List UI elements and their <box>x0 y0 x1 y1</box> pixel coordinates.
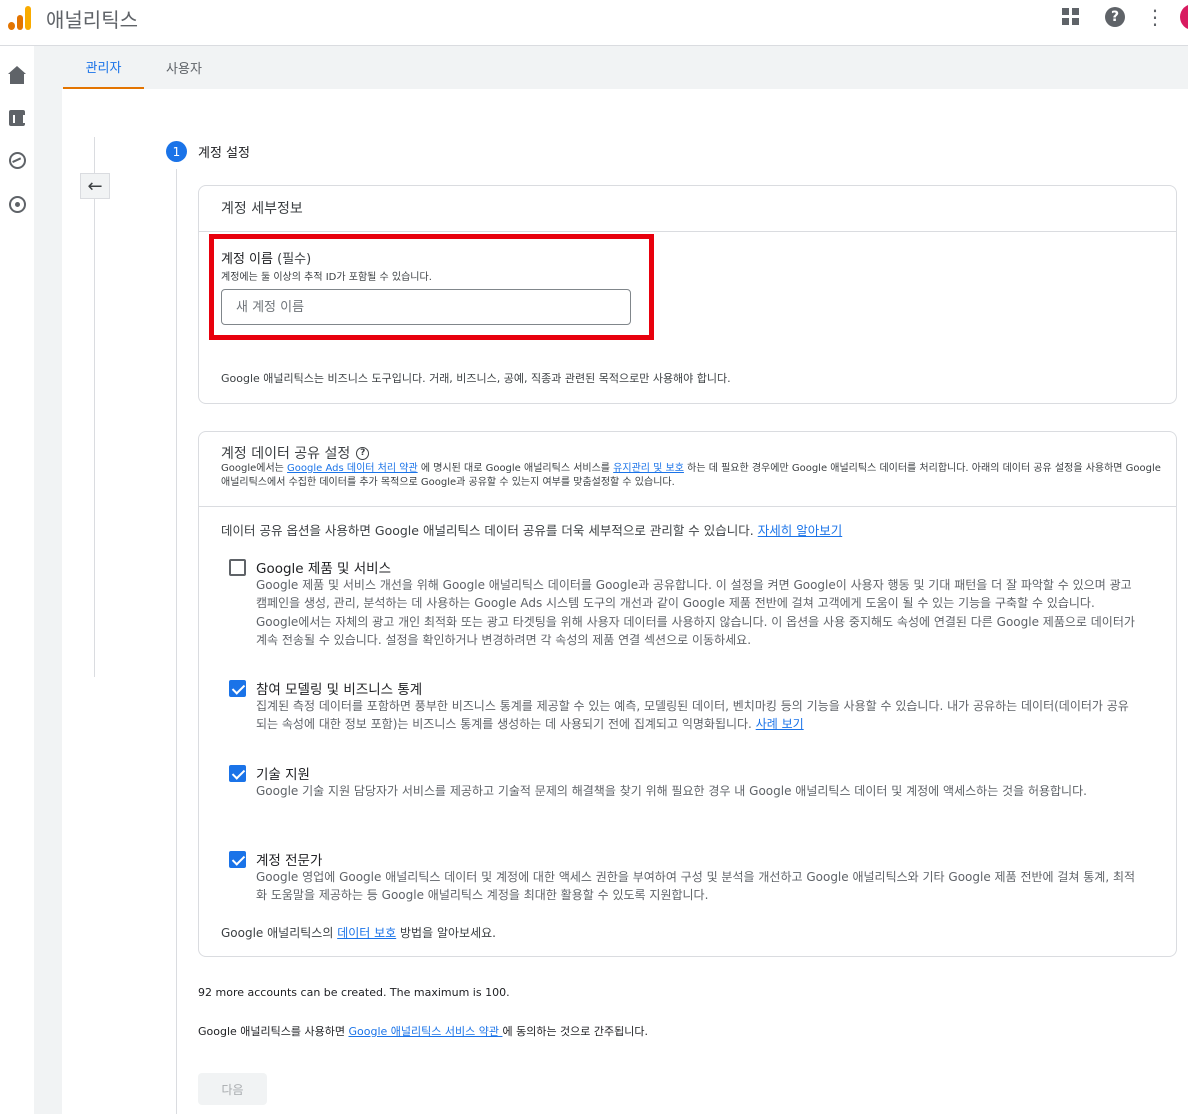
terms-text: Google 애널리틱스를 사용하면 <box>198 1025 349 1038</box>
avatar[interactable] <box>1180 4 1188 30</box>
account-name-input[interactable] <box>221 289 631 325</box>
terms-note: Google 애널리틱스를 사용하면 Google 애널리틱스 서비스 약관 에… <box>198 1023 648 1039</box>
terms-of-service-link[interactable]: Google 애널리틱스 서비스 약관 <box>348 1025 502 1038</box>
ads-data-terms-link[interactable]: Google Ads 데이터 처리 약관 <box>287 463 418 474</box>
help-circle-icon[interactable]: ? <box>356 446 370 460</box>
intro-text: 데이터 공유 옵션을 사용하면 Google 애널리틱스 데이터 공유를 더욱 … <box>221 523 758 538</box>
admin-tabs: 관리자 사용자 <box>62 46 1188 89</box>
next-button[interactable]: 다음 <box>198 1073 267 1105</box>
account-details-card: 계정 세부정보 계정 이름 (필수) 계정에는 둘 이상의 추적 ID가 포함될… <box>198 185 1177 404</box>
desc-text: Google에서는 <box>221 463 288 474</box>
data-sharing-heading: 계정 데이터 공유 설정 ? <box>221 443 370 463</box>
option-description: Google 제품 및 서비스 개선을 위해 Google 애널리틱스 데이터를… <box>256 578 1135 647</box>
protect-text: Google 애널리틱스의 <box>221 926 338 940</box>
option-title: 기술 지원 <box>256 767 310 783</box>
arrow-left-icon: ← <box>87 175 103 197</box>
account-specialists-checkbox[interactable] <box>229 851 246 868</box>
card-divider <box>199 506 1176 507</box>
account-name-label: 계정 이름 (필수) <box>221 248 311 267</box>
step-number-badge: 1 <box>166 141 187 162</box>
business-tool-note: Google 애널리틱스는 비즈니스 도구입니다. 거래, 비즈니스, 공예, … <box>221 372 731 385</box>
apps-grid-icon[interactable] <box>1062 8 1079 25</box>
desc-text: 에 명시된 대로 Google 애널리틱스 서비스를 <box>417 463 614 474</box>
option-description-text: 집계된 측정 데이터를 포함하면 풍부한 비즈니스 통계를 제공할 수 있는 예… <box>256 699 1129 732</box>
data-protection-link[interactable]: 데이터 보호 <box>337 926 396 940</box>
card-divider <box>199 231 1176 232</box>
back-column-divider <box>94 137 95 677</box>
more-vert-icon[interactable]: ⋮ <box>1145 5 1165 29</box>
option-title: Google 제품 및 서비스 <box>256 561 391 577</box>
modeling-insights-checkbox[interactable] <box>229 680 246 697</box>
data-sharing-card: 계정 데이터 공유 설정 ? Google에서는 Google Ads 데이터 … <box>198 431 1177 957</box>
home-icon[interactable] <box>7 66 27 86</box>
data-sharing-heading-text: 계정 데이터 공유 설정 <box>221 446 351 462</box>
account-name-label-text: 계정 이름 <box>221 252 273 267</box>
option-title: 계정 전문가 <box>256 853 323 869</box>
see-examples-link[interactable]: 사례 보기 <box>756 717 804 731</box>
tab-admin[interactable]: 관리자 <box>63 46 144 89</box>
main-panel: ← 1 계정 설정 계정 세부정보 계정 이름 (필수) 계정에는 둘 이상의 … <box>62 89 1188 1114</box>
protect-text: 방법을 알아보세요. <box>396 926 496 940</box>
explore-icon[interactable] <box>7 150 27 170</box>
account-details-heading: 계정 세부정보 <box>221 201 303 217</box>
technical-support-checkbox[interactable] <box>229 765 246 782</box>
tab-user[interactable]: 사용자 <box>146 46 222 89</box>
required-marker: (필수) <box>277 252 312 267</box>
maintain-protect-link[interactable]: 유지관리 및 보호 <box>613 463 684 474</box>
accounts-remaining-note: 92 more accounts can be created. The max… <box>198 986 510 999</box>
app-title: 애널리틱스 <box>46 8 138 32</box>
top-bar: 애널리틱스 ? ⋮ <box>0 0 1188 46</box>
advertising-icon[interactable] <box>7 194 27 214</box>
step-title: 계정 설정 <box>198 146 250 161</box>
data-sharing-description: Google에서는 Google Ads 데이터 처리 약관 에 명시된 대로 … <box>221 462 1161 490</box>
account-name-help: 계정에는 둘 이상의 추적 ID가 포함될 수 있습니다. <box>221 272 432 283</box>
option-description: Google 영업에 Google 애널리틱스 데이터 및 계정에 대한 액세스… <box>256 870 1136 903</box>
option-description: Google 기술 지원 담당자가 서비스를 제공하고 기술적 문제의 해결책을… <box>256 784 1087 798</box>
stepper-line <box>176 169 177 1114</box>
reports-icon[interactable] <box>7 108 27 128</box>
analytics-logo[interactable] <box>6 4 32 30</box>
option-title: 참여 모델링 및 비즈니스 통계 <box>256 682 423 698</box>
google-products-checkbox[interactable] <box>229 559 246 576</box>
help-icon[interactable]: ? <box>1105 7 1125 27</box>
back-arrow-button[interactable]: ← <box>80 173 110 199</box>
option-description: 집계된 측정 데이터를 포함하면 풍부한 비즈니스 통계를 제공할 수 있는 예… <box>256 697 1139 734</box>
data-protection-note: Google 애널리틱스의 데이터 보호 방법을 알아보세요. <box>221 924 496 941</box>
data-sharing-intro: 데이터 공유 옵션을 사용하면 Google 애널리틱스 데이터 공유를 더욱 … <box>221 520 842 539</box>
learn-more-link[interactable]: 자세히 알아보기 <box>758 523 842 538</box>
left-nav-rail <box>0 46 34 1114</box>
terms-text: 에 동의하는 것으로 간주됩니다. <box>502 1025 649 1038</box>
